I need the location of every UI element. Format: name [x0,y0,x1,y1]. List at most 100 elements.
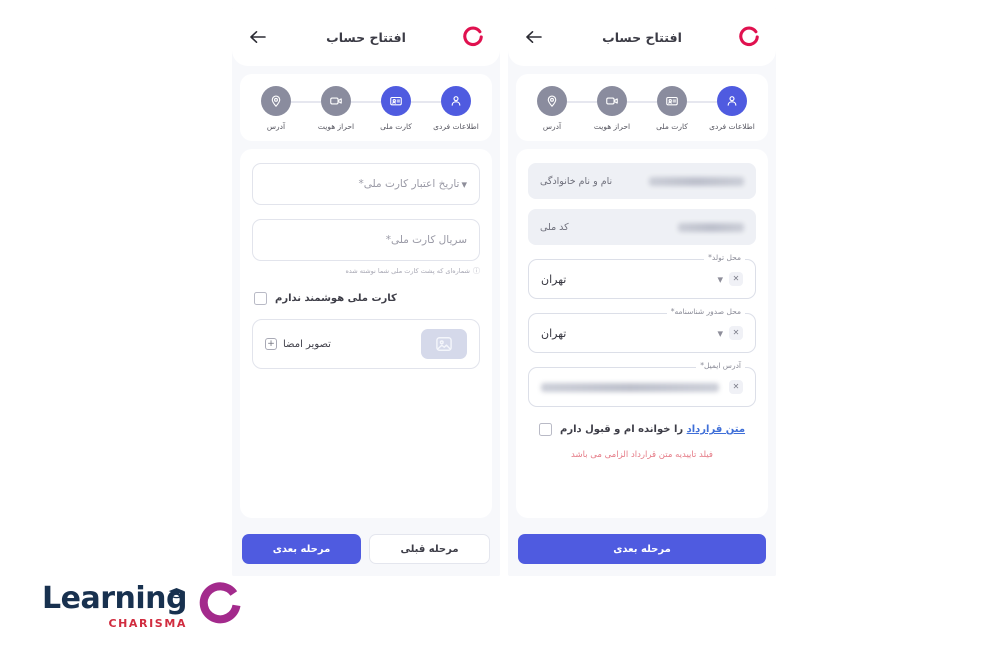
location-pin-icon [537,86,567,116]
stepper-left: اطلاعات فردی کارت ملی احراز هویت آدرس [246,86,486,131]
id-card-icon [657,86,687,116]
id-card-icon [381,86,411,116]
watermark-title: Learning [42,584,187,614]
step-address-left[interactable]: آدرس [248,86,304,131]
field-national-card-serial: سریال کارت ملی* ⓘ شماره‌ای که پشت کارت م… [252,219,480,276]
step-label: کارت ملی [656,122,688,131]
national-code-field: کد ملی [528,209,756,245]
step-address-right[interactable]: آدرس [524,86,580,131]
video-camera-icon [321,86,351,116]
arrow-left-icon [249,31,266,43]
graduation-cap-icon [168,575,185,605]
stepper-right: اطلاعات فردی کارت ملی احراز هویت آدرس [522,86,762,131]
step-identity-verification-right[interactable]: احراز هویت [584,86,640,131]
step-label: آدرس [266,122,286,131]
phone-screen-national-card: افتتاح حساب اطلاعات فردی کارت ملی احراز … [232,8,500,576]
c-arc-logo [197,582,243,632]
image-placeholder-icon[interactable] [421,329,467,359]
id-issue-place-actions: ▾ ✕ [715,326,743,340]
charisma-c-logo-right [736,24,762,50]
step-label: آدرس [542,122,562,131]
no-smart-card-checkbox[interactable] [254,292,267,305]
birth-place-field: محل تولد* تهران ▾ ✕ [528,253,756,299]
national-card-serial-input[interactable]: سریال کارت ملی* [252,219,480,261]
national-card-serial-placeholder: سریال کارت ملی* [385,234,467,246]
plus-square-icon[interactable]: + [265,338,277,350]
c-arc-icon [463,26,483,47]
step-label: اطلاعات فردی [709,122,755,131]
field-national-card-expiry: ▾ تاریخ اعتبار کارت ملی* [252,163,480,205]
page-title-left: افتتاح حساب [326,29,406,45]
national-card-serial-hint: ⓘ شماره‌ای که پشت کارت ملی شما نوشته شده [252,266,480,276]
person-icon [441,86,471,116]
full-name-field: نام و نام خانوادگی [528,163,756,199]
contract-text-link[interactable]: متن قرارداد [687,424,745,435]
signature-upload-row[interactable]: + تصویر امضا [252,319,480,369]
id-issue-place-legend: محل صدور شناسنامه* [666,307,745,316]
chevron-down-icon[interactable]: ▾ [717,327,723,340]
email-address-field: آدرس ایمیل* ✕ [528,361,756,407]
no-smart-card-checkbox-row[interactable]: کارت ملی هوشمند ندارم [254,292,478,305]
agreement-checkbox[interactable] [539,423,552,436]
id-issue-place-value: تهران [541,326,567,340]
bottom-bar-left: مرحله بعدی مرحله قبلی [232,526,500,576]
page-title-right: افتتاح حساب [602,29,682,45]
hint-text: شماره‌ای که پشت کارت ملی شما نوشته شده [345,267,470,275]
form-card-national-card: ▾ تاریخ اعتبار کارت ملی* سریال کارت ملی*… [240,149,492,518]
full-name-label: نام و نام خانوادگی [540,175,613,187]
birth-place-value: تهران [541,272,567,286]
agreement-error-message: فیلد تاییدیه متن قرارداد الزامی می باشد [571,450,713,460]
agreement-text-after: را خوانده ام و قبول دارم [560,424,684,435]
c-arc-icon [199,582,241,624]
national-card-expiry-placeholder: تاریخ اعتبار کارت ملی* [358,178,460,190]
step-label: اطلاعات فردی [433,122,479,131]
signature-label: تصویر امضا [283,338,331,350]
step-personal-info-left[interactable]: اطلاعات فردی [428,86,484,131]
location-pin-icon [261,86,291,116]
step-label: کارت ملی [380,122,412,131]
step-national-card-left[interactable]: کارت ملی [368,86,424,131]
next-step-button-right[interactable]: مرحله بعدی [518,534,766,564]
phone-screen-personal-info: افتتاح حساب اطلاعات فردی کارت ملی احراز … [508,8,776,576]
charisma-c-logo-left [460,24,486,50]
step-identity-verification-left[interactable]: احراز هویت [308,86,364,131]
step-national-card-right[interactable]: کارت ملی [644,86,700,131]
arrow-left-icon [525,31,542,43]
email-address-legend: آدرس ایمیل* [696,361,745,370]
agreement-checkbox-row[interactable]: متن قرارداد را خوانده ام و قبول دارم [530,423,754,436]
clear-x-icon[interactable]: ✕ [729,272,743,286]
step-label: احراز هویت [317,122,355,131]
birth-place-select[interactable]: تهران ▾ ✕ [528,259,756,299]
stepper-card-left: اطلاعات فردی کارت ملی احراز هویت آدرس [240,74,492,141]
id-issue-place-select[interactable]: تهران ▾ ✕ [528,313,756,353]
bottom-bar-right: مرحله بعدی [508,526,776,576]
birth-place-actions: ▾ ✕ [715,272,743,286]
next-step-button-left[interactable]: مرحله بعدی [242,534,361,564]
chevron-down-icon: ▾ [461,177,467,191]
clear-x-icon[interactable]: ✕ [729,380,743,394]
learning-charisma-watermark: Learning CHARISMA [42,582,243,632]
id-issue-place-field: محل صدور شناسنامه* تهران ▾ ✕ [528,307,756,353]
screenshot-stage: افتتاح حساب اطلاعات فردی کارت ملی احراز … [0,0,1000,667]
chevron-down-icon[interactable]: ▾ [717,273,723,286]
clear-x-icon[interactable]: ✕ [729,326,743,340]
step-personal-info-right[interactable]: اطلاعات فردی [704,86,760,131]
national-card-expiry-select[interactable]: ▾ تاریخ اعتبار کارت ملی* [252,163,480,205]
video-camera-icon [597,86,627,116]
signature-label-group: + تصویر امضا [265,338,331,350]
agreement-label: متن قرارداد را خوانده ام و قبول دارم [560,424,745,435]
step-label: احراز هویت [593,122,631,131]
app-header-left: افتتاح حساب [232,8,500,66]
app-header-right: افتتاح حساب [508,8,776,66]
info-icon: ⓘ [473,267,480,275]
email-address-input[interactable]: ✕ [528,367,756,407]
c-arc-icon [739,26,759,47]
no-smart-card-label: کارت ملی هوشمند ندارم [275,293,397,304]
watermark-subtitle: CHARISMA [108,617,187,630]
back-button-left[interactable] [246,25,270,49]
back-button-right[interactable] [522,25,546,49]
previous-step-button-left[interactable]: مرحله قبلی [369,534,490,564]
stepper-card-right: اطلاعات فردی کارت ملی احراز هویت آدرس [516,74,768,141]
full-name-redacted-value [649,176,744,186]
national-code-label: کد ملی [540,221,569,233]
